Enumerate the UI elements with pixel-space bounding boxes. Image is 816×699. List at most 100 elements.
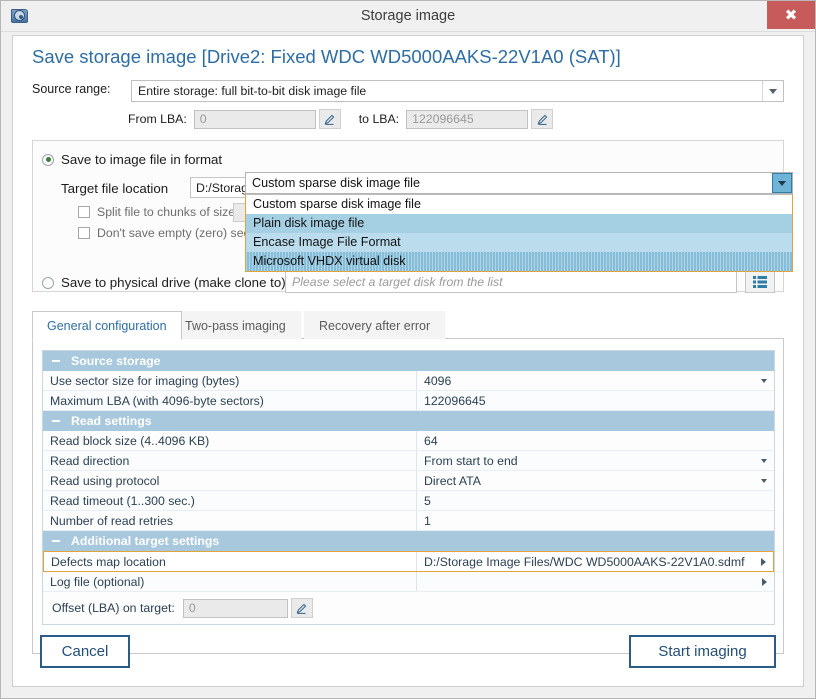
chevron-down-icon (761, 378, 767, 383)
tab-two-pass-imaging[interactable]: Two-pass imaging (170, 311, 301, 339)
setting-value-cell: 122096645 (417, 391, 774, 410)
chevron-down-icon[interactable] (762, 81, 783, 101)
setting-value: From start to end (424, 453, 518, 468)
checkbox-indicator-split (78, 206, 90, 218)
checkbox-label-split: Split file to chunks of size: (97, 205, 239, 219)
to-lba-input[interactable]: 122096645 (406, 109, 529, 129)
offset-lba-label: Offset (LBA) on target: (52, 601, 175, 615)
image-format-value: Custom sparse disk image file (252, 176, 420, 190)
setting-value: 4096 (424, 373, 452, 388)
table-row-defects-map-location[interactable]: Defects map location D:/Storage Image Fi… (43, 551, 774, 572)
edit-to-lba-button[interactable] (531, 109, 554, 129)
tab-strip: General configuration Two-pass imaging R… (32, 311, 784, 340)
setting-value-cell[interactable] (417, 572, 774, 591)
select-target-disk-button[interactable] (745, 271, 775, 293)
collapse-minus-icon (52, 420, 60, 422)
dropdown-option-encase[interactable]: Encase Image File Format (246, 233, 792, 252)
table-row[interactable]: Maximum LBA (with 4096-byte sectors) 122… (43, 391, 774, 411)
table-row-log-file[interactable]: Log file (optional) (43, 572, 774, 592)
setting-value-cell[interactable]: 1 (417, 511, 774, 530)
section-title-additional-target: Additional target settings (71, 534, 220, 548)
setting-value-cell[interactable]: D:/Storage Image Files/WDC WD5000AAKS-22… (417, 552, 773, 571)
table-row[interactable]: Read timeout (1..300 sec.) 5 (43, 491, 774, 511)
browse-arrow-icon[interactable] (762, 577, 767, 586)
collapse-minus-icon (52, 540, 60, 542)
setting-value: 64 (424, 433, 438, 448)
setting-name: Number of read retries (43, 511, 417, 530)
start-imaging-button[interactable]: Start imaging (629, 635, 776, 668)
from-lba-label: From LBA: (128, 112, 187, 126)
section-header-source-storage[interactable]: Source storage (43, 351, 774, 371)
tab-panel-general-configuration: Source storage Use sector size for imagi… (32, 339, 784, 654)
pencil-icon (537, 114, 547, 125)
radio-indicator-physical (42, 276, 54, 289)
physical-target-input[interactable]: Please select a target disk from the lis… (285, 271, 737, 293)
source-range-value: Entire storage: full bit-to-bit disk ima… (138, 84, 367, 98)
checkbox-skip-empty-sectors[interactable]: Don't save empty (zero) sector (78, 226, 264, 240)
source-range-select[interactable]: Entire storage: full bit-to-bit disk ima… (131, 80, 784, 102)
source-range-row: Source range: Entire storage: full bit-t… (32, 80, 784, 102)
setting-value: D:/Storage Image Files/WDC WD5000AAKS-22… (424, 554, 745, 569)
offset-lba-row: Offset (LBA) on target: 0 (43, 592, 774, 624)
dialog-body: Save storage image [Drive2: Fixed WDC WD… (12, 35, 804, 687)
setting-name: Read direction (43, 451, 417, 470)
table-row[interactable]: Read direction From start to end (43, 451, 774, 471)
radio-label-physical: Save to physical drive (make clone to) (61, 275, 286, 290)
chevron-down-icon (761, 458, 767, 463)
from-lba-input[interactable]: 0 (193, 109, 316, 129)
lba-range-row: From LBA: 0 to LBA: 122096645 (128, 108, 554, 130)
table-row[interactable]: Read block size (4..4096 KB) 64 (43, 431, 774, 451)
setting-value-cell[interactable]: 5 (417, 491, 774, 510)
section-title-read-settings: Read settings (71, 414, 152, 428)
collapse-minus-icon (52, 360, 60, 362)
tab-recovery-after-error[interactable]: Recovery after error (304, 311, 446, 339)
setting-value-cell[interactable]: From start to end (417, 451, 774, 470)
setting-name: Read using protocol (43, 471, 417, 490)
source-range-label: Source range: (32, 82, 111, 96)
setting-value-cell[interactable]: 4096 (417, 371, 774, 390)
setting-name: Use sector size for imaging (bytes) (43, 371, 417, 390)
window-title: Storage image (360, 8, 456, 24)
title-bar: Storage image ✖ (1, 1, 815, 32)
pencil-icon (324, 114, 335, 125)
target-location-label: Target file location (61, 181, 169, 196)
radio-label-image-file: Save to image file in format (61, 152, 223, 167)
edit-offset-button[interactable] (290, 598, 313, 618)
browse-arrow-icon[interactable] (761, 557, 766, 566)
dropdown-option-vhdx[interactable]: Microsoft VHDX virtual disk (246, 252, 792, 271)
setting-name: Log file (optional) (43, 572, 417, 591)
close-icon[interactable]: ✖ (767, 1, 815, 29)
tab-general-configuration[interactable]: General configuration (32, 311, 182, 340)
radio-save-to-physical-drive[interactable]: Save to physical drive (make clone to) (42, 275, 286, 290)
image-format-select[interactable]: Custom sparse disk image file (245, 172, 793, 194)
dropdown-option-plain-disk[interactable]: Plain disk image file (246, 214, 792, 233)
chevron-down-icon (761, 478, 767, 483)
table-row[interactable]: Number of read retries 1 (43, 511, 774, 531)
setting-name: Read block size (4..4096 KB) (43, 431, 417, 450)
setting-value-cell[interactable]: 64 (417, 431, 774, 450)
list-icon (753, 276, 767, 288)
image-format-dropdown-list: Custom sparse disk image file Plain disk… (245, 194, 793, 272)
checkbox-split-file[interactable]: Split file to chunks of size: (78, 205, 238, 219)
setting-name: Maximum LBA (with 4096-byte sectors) (43, 391, 417, 410)
setting-value: 122096645 (424, 393, 486, 408)
setting-value-cell[interactable]: Direct ATA (417, 471, 774, 490)
cancel-button[interactable]: Cancel (40, 635, 130, 668)
section-title-source-storage: Source storage (71, 354, 161, 368)
table-row[interactable]: Use sector size for imaging (bytes) 4096 (43, 371, 774, 391)
chevron-down-icon[interactable] (772, 173, 792, 193)
dropdown-option-custom-sparse[interactable]: Custom sparse disk image file (246, 195, 792, 214)
section-header-additional-target-settings[interactable]: Additional target settings (43, 531, 774, 551)
setting-value: 5 (424, 493, 431, 508)
radio-indicator-image-file (42, 153, 54, 166)
radio-save-to-image-file[interactable]: Save to image file in format (42, 152, 222, 167)
section-header-read-settings[interactable]: Read settings (43, 411, 774, 431)
checkbox-indicator-skip-empty (78, 227, 90, 239)
table-row[interactable]: Read using protocol Direct ATA (43, 471, 774, 491)
to-lba-label: to LBA: (358, 112, 400, 126)
edit-from-lba-button[interactable] (318, 109, 341, 129)
offset-lba-input[interactable]: 0 (182, 598, 288, 618)
checkbox-label-skip-empty: Don't save empty (zero) sector (97, 226, 265, 240)
storage-image-window: Storage image ✖ Save storage image [Driv… (0, 0, 816, 699)
setting-name: Defects map location (44, 552, 417, 571)
